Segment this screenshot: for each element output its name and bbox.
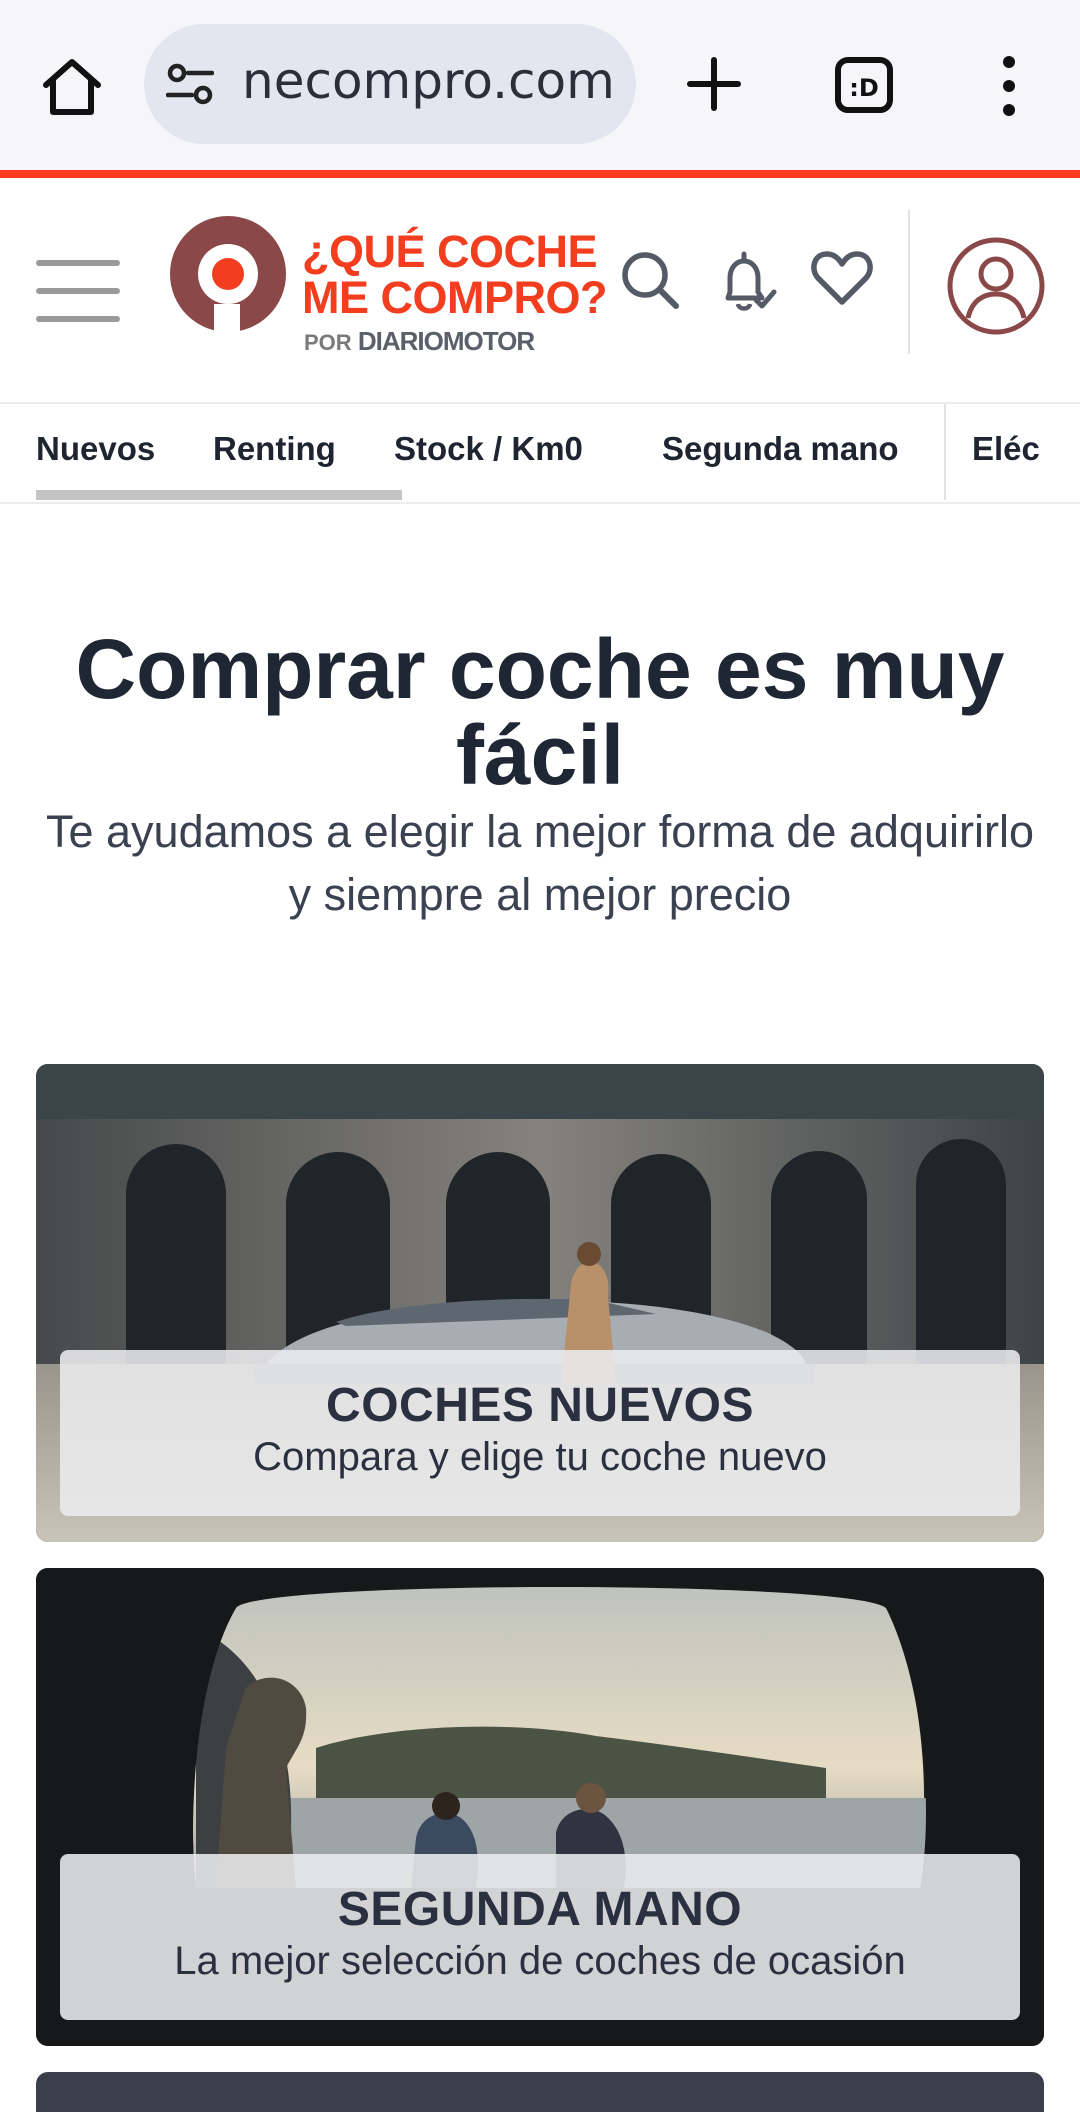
tab-count-badge: :D	[849, 74, 879, 102]
heart-icon[interactable]	[810, 248, 874, 308]
plus-icon[interactable]	[686, 56, 742, 112]
tab-stock-km0[interactable]: Stock / Km0	[394, 430, 583, 468]
tab-segunda-mano[interactable]: Segunda mano	[662, 430, 899, 468]
page-load-bar	[0, 170, 1080, 178]
url-text: necompro.com	[242, 52, 615, 110]
nav-divider	[944, 404, 946, 500]
search-icon[interactable]	[618, 248, 682, 312]
site-logo[interactable]: ¿QUÉ COCHE ME COMPRO? POR DIARIOMOTOR	[168, 216, 608, 366]
card-subtitle: Compara y elige tu coche nuevo	[253, 1435, 827, 1479]
card-subtitle: La mejor selección de coches de ocasión	[174, 1939, 906, 1983]
hamburger-menu-icon[interactable]	[36, 260, 120, 322]
card-label: COCHES NUEVOS Compara y elige tu coche n…	[60, 1350, 1020, 1516]
card-next-peek[interactable]	[36, 2072, 1044, 2112]
logo-byline-name: DIARIOMOTOR	[357, 326, 535, 356]
tab-switcher-icon[interactable]: :D	[834, 56, 894, 114]
logo-byline: POR DIARIOMOTOR	[304, 326, 535, 357]
tune-icon[interactable]	[166, 62, 214, 106]
logo-byline-prefix: POR	[304, 330, 352, 355]
bell-icon[interactable]	[716, 248, 780, 316]
card-title: SEGUNDA MANO	[337, 1883, 743, 1936]
card-segunda-mano[interactable]: SEGUNDA MANO La mejor selección de coche…	[36, 1568, 1044, 2046]
more-vert-icon[interactable]	[994, 54, 1024, 118]
home-icon[interactable]	[40, 55, 104, 119]
logo-mark-icon	[170, 216, 286, 338]
tab-nuevos[interactable]: Nuevos	[36, 430, 155, 468]
user-avatar-icon[interactable]	[946, 236, 1046, 336]
tab-electricos[interactable]: Eléc	[972, 430, 1040, 468]
address-bar[interactable]: necompro.com	[144, 24, 636, 144]
page-title: Comprar coche es muy fácil	[75, 622, 1005, 802]
site-header: ¿QUÉ COCHE ME COMPRO? POR DIARIOMOTOR	[0, 178, 1080, 404]
logo-line-2: ME COMPRO?	[302, 272, 608, 323]
logo-line-1: ¿QUÉ COCHE	[302, 226, 598, 277]
category-nav: Nuevos Renting Stock / Km0 Segunda mano …	[0, 404, 1080, 504]
page-subtitle: Te ayudamos a elegir la mejor forma de a…	[46, 806, 1034, 920]
card-label: SEGUNDA MANO La mejor selección de coche…	[60, 1854, 1020, 2020]
browser-toolbar: necompro.com :D	[0, 0, 1080, 172]
card-title: COCHES NUEVOS	[326, 1379, 754, 1432]
card-coches-nuevos[interactable]: COCHES NUEVOS Compara y elige tu coche n…	[36, 1064, 1044, 1542]
tab-renting[interactable]: Renting	[213, 430, 336, 468]
header-divider	[908, 210, 910, 354]
nav-scroll-indicator	[36, 490, 402, 500]
